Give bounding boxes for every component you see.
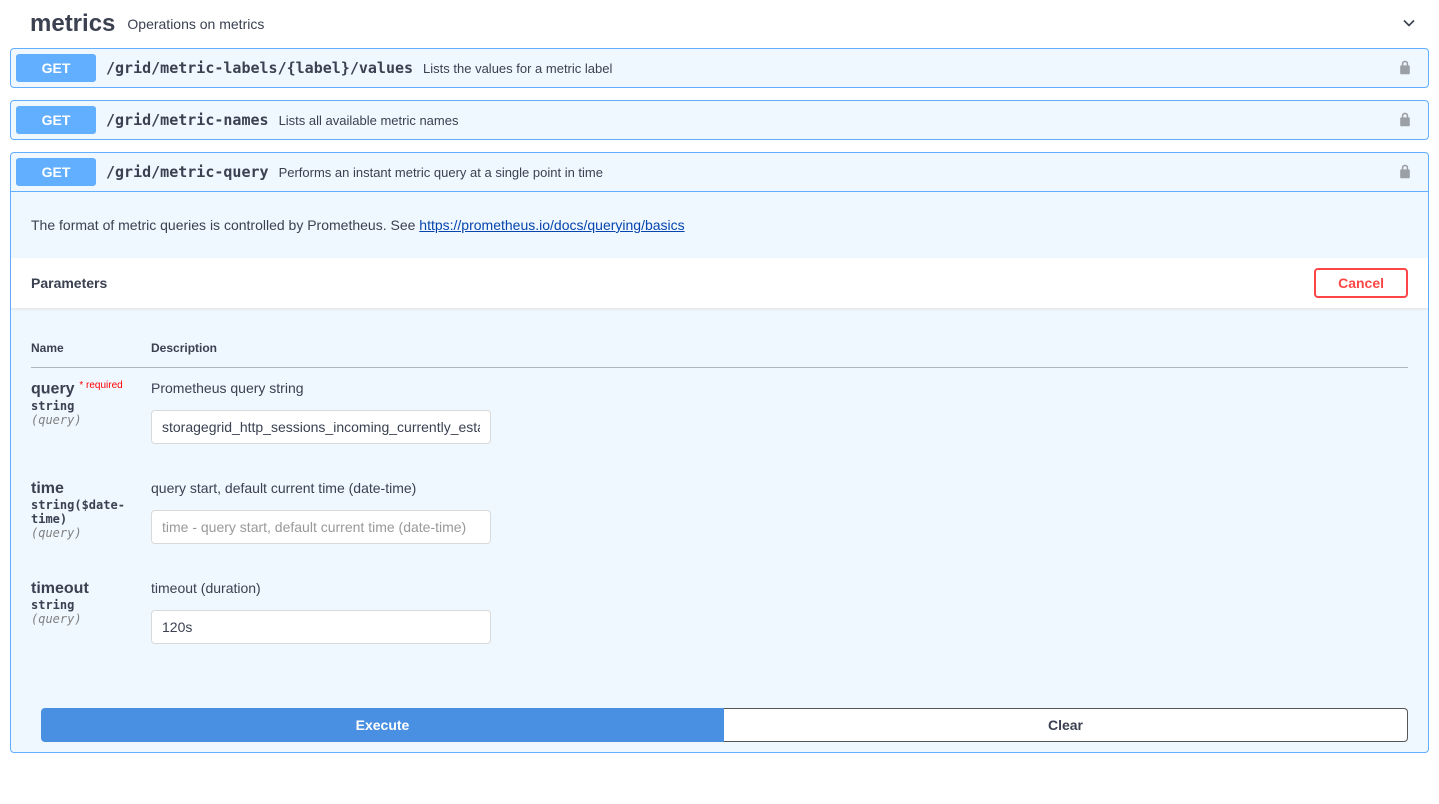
http-method-badge: GET <box>16 158 96 186</box>
column-header-name: Name <box>31 329 151 368</box>
param-description: query start, default current time (date-… <box>151 480 1408 496</box>
opblock-metric-query: GET /grid/metric-query Performs an insta… <box>10 152 1429 753</box>
endpoint-summary: Performs an instant metric query at a si… <box>279 165 1387 180</box>
endpoint-path: /grid/metric-names <box>106 111 269 129</box>
param-description: timeout (duration) <box>151 580 1408 596</box>
param-name: timeout <box>31 580 89 597</box>
execute-button[interactable]: Execute <box>41 708 724 742</box>
param-type: string($date-time) <box>31 498 151 526</box>
lock-icon[interactable] <box>1387 162 1423 183</box>
lock-icon[interactable] <box>1387 110 1423 131</box>
param-name: query <box>31 381 75 398</box>
column-header-description: Description <box>151 329 1408 368</box>
param-type: string <box>31 399 151 413</box>
parameter-row: timeout string (query) timeout (duration… <box>31 568 1408 668</box>
endpoint-path: /grid/metric-query <box>106 163 269 181</box>
opblock-metric-labels-values: GET /grid/metric-labels/{label}/values L… <box>10 48 1429 88</box>
parameters-title: Parameters <box>31 275 107 291</box>
section-description: Operations on metrics <box>127 16 1399 32</box>
endpoint-long-description: The format of metric queries is controll… <box>11 192 1428 258</box>
endpoint-path: /grid/metric-labels/{label}/values <box>106 59 413 77</box>
endpoint-summary: Lists all available metric names <box>279 113 1387 128</box>
param-in: (query) <box>31 612 151 626</box>
parameter-row: time string($date-time) (query) query st… <box>31 468 1408 568</box>
http-method-badge: GET <box>16 106 96 134</box>
prometheus-docs-link[interactable]: https://prometheus.io/docs/querying/basi… <box>419 217 684 233</box>
param-description: Prometheus query string <box>151 380 1408 396</box>
section-header[interactable]: metrics Operations on metrics <box>10 0 1429 48</box>
parameters-table: Name Description query * required string… <box>31 329 1408 668</box>
param-in: (query) <box>31 526 151 540</box>
time-input[interactable] <box>151 510 491 544</box>
opblock-summary[interactable]: GET /grid/metric-query Performs an insta… <box>11 153 1428 192</box>
param-name: time <box>31 480 64 497</box>
http-method-badge: GET <box>16 54 96 82</box>
timeout-input[interactable] <box>151 610 491 644</box>
query-input[interactable] <box>151 410 491 444</box>
opblock-summary[interactable]: GET /grid/metric-labels/{label}/values L… <box>11 49 1428 87</box>
opblock-body: The format of metric queries is controll… <box>11 192 1428 752</box>
action-row: Execute Clear <box>11 688 1428 752</box>
opblock-metric-names: GET /grid/metric-names Lists all availab… <box>10 100 1429 140</box>
chevron-down-icon <box>1399 13 1419 36</box>
opblock-summary[interactable]: GET /grid/metric-names Lists all availab… <box>11 101 1428 139</box>
description-text: The format of metric queries is controll… <box>31 217 419 233</box>
clear-button[interactable]: Clear <box>724 708 1408 742</box>
parameters-table-wrapper: Name Description query * required string… <box>11 309 1428 688</box>
param-in: (query) <box>31 413 151 427</box>
parameters-header: Parameters Cancel <box>11 258 1428 309</box>
endpoint-summary: Lists the values for a metric label <box>423 61 1387 76</box>
lock-icon[interactable] <box>1387 58 1423 79</box>
param-type: string <box>31 598 151 612</box>
required-marker: * required <box>75 380 123 391</box>
cancel-button[interactable]: Cancel <box>1314 268 1408 298</box>
section-title: metrics <box>30 10 115 38</box>
parameter-row: query * required string (query) Promethe… <box>31 368 1408 469</box>
